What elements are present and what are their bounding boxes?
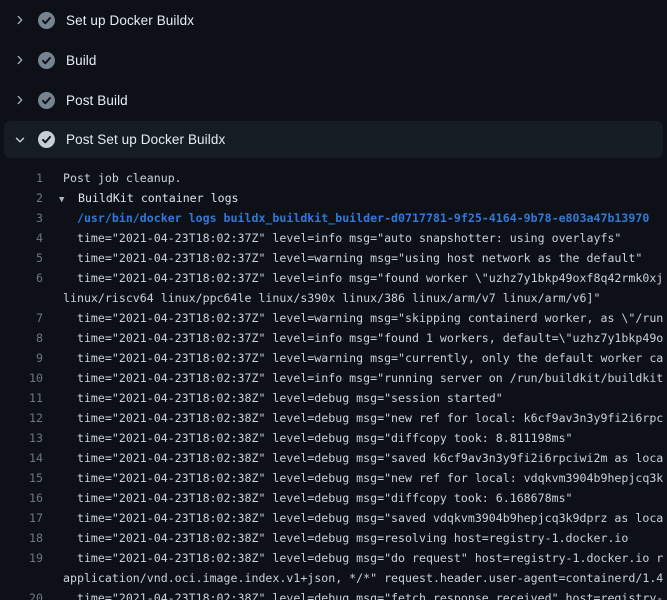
log-text: time="2021-04-23T18:02:38Z" level=debug … xyxy=(43,528,628,548)
log-line: 5 time="2021-04-23T18:02:37Z" level=warn… xyxy=(0,248,667,268)
log-line: 16 time="2021-04-23T18:02:38Z" level=deb… xyxy=(0,488,667,508)
line-number[interactable]: 12 xyxy=(0,408,43,428)
log-text: time="2021-04-23T18:02:38Z" level=debug … xyxy=(43,448,663,468)
log-text: time="2021-04-23T18:02:37Z" level=info m… xyxy=(43,368,663,388)
step-label: Build xyxy=(66,53,97,68)
check-circle-icon xyxy=(38,12,55,29)
line-number[interactable]: 14 xyxy=(0,448,43,468)
line-number[interactable]: 11 xyxy=(0,388,43,408)
log-text: time="2021-04-23T18:02:38Z" level=debug … xyxy=(43,388,503,408)
group-collapse-icon[interactable]: ▼ xyxy=(59,190,78,210)
log-text: time="2021-04-23T18:02:38Z" level=debug … xyxy=(43,428,573,448)
log-line: 9 time="2021-04-23T18:02:37Z" level=warn… xyxy=(0,348,667,368)
line-number[interactable]: 10 xyxy=(0,368,43,388)
log-line: 3 /usr/bin/docker logs buildx_buildkit_b… xyxy=(0,208,667,228)
chevron-right-icon[interactable] xyxy=(13,93,27,107)
log-text: time="2021-04-23T18:02:38Z" level=debug … xyxy=(43,548,663,568)
log-text: time="2021-04-23T18:02:38Z" level=debug … xyxy=(43,508,663,528)
line-number[interactable]: 16 xyxy=(0,488,43,508)
check-circle-icon xyxy=(38,52,55,69)
log-text: Post job cleanup. xyxy=(43,168,182,188)
line-number[interactable]: 17 xyxy=(0,508,43,528)
line-number[interactable]: 5 xyxy=(0,248,43,268)
log-line: 11 time="2021-04-23T18:02:38Z" level=deb… xyxy=(0,388,667,408)
step-label: Post Build xyxy=(66,93,128,108)
line-number[interactable]: 1 xyxy=(0,168,43,188)
chevron-right-icon[interactable] xyxy=(13,53,27,67)
log-text: time="2021-04-23T18:02:38Z" level=debug … xyxy=(43,468,663,488)
log-line: 1Post job cleanup. xyxy=(0,168,667,188)
line-number[interactable]: 18 xyxy=(0,528,43,548)
log-text: time="2021-04-23T18:02:38Z" level=debug … xyxy=(43,488,573,508)
line-number[interactable]: 15 xyxy=(0,468,43,488)
steps-list: Set up Docker Buildx Build Post Build Post … xyxy=(0,0,667,600)
log-output: 1Post job cleanup.2▼BuildKit container l… xyxy=(0,160,667,600)
log-text: time="2021-04-23T18:02:38Z" level=debug … xyxy=(43,588,663,600)
log-line: 20 time="2021-04-23T18:02:38Z" level=deb… xyxy=(0,588,667,600)
log-text: application/vnd.oci.image.index.v1+json,… xyxy=(43,568,663,588)
check-circle-icon xyxy=(38,92,55,109)
line-number[interactable]: 4 xyxy=(0,228,43,248)
line-number[interactable]: 2 xyxy=(0,188,43,208)
line-number[interactable]: 7 xyxy=(0,308,43,328)
log-line: application/vnd.oci.image.index.v1+json,… xyxy=(0,568,667,588)
log-text: time="2021-04-23T18:02:37Z" level=warnin… xyxy=(43,248,642,268)
log-line: 12 time="2021-04-23T18:02:38Z" level=deb… xyxy=(0,408,667,428)
log-text: time="2021-04-23T18:02:37Z" level=info m… xyxy=(43,228,621,248)
log-line: 8 time="2021-04-23T18:02:37Z" level=info… xyxy=(0,328,667,348)
line-number[interactable]: 6 xyxy=(0,268,43,288)
log-text: time="2021-04-23T18:02:38Z" level=debug … xyxy=(43,408,663,428)
step-header-post-set-up-docker-buildx[interactable]: Post Set up Docker Buildx xyxy=(4,121,663,158)
log-text: time="2021-04-23T18:02:37Z" level=info m… xyxy=(43,328,663,348)
step-label: Set up Docker Buildx xyxy=(66,13,194,28)
step-label: Post Set up Docker Buildx xyxy=(66,132,225,147)
log-text[interactable]: ▼BuildKit container logs xyxy=(43,188,239,208)
group-title: BuildKit container logs xyxy=(78,191,239,205)
workflow-job-log-panel: Set up Docker Buildx Build Post Build Post … xyxy=(0,0,667,600)
log-line: 6 time="2021-04-23T18:02:37Z" level=info… xyxy=(0,268,667,288)
log-line: 4 time="2021-04-23T18:02:37Z" level=info… xyxy=(0,228,667,248)
chevron-right-icon[interactable] xyxy=(13,13,27,27)
log-text: time="2021-04-23T18:02:37Z" level=info m… xyxy=(43,268,663,288)
log-text: time="2021-04-23T18:02:37Z" level=warnin… xyxy=(43,308,663,328)
log-line: 18 time="2021-04-23T18:02:38Z" level=deb… xyxy=(0,528,667,548)
step-header-set-up-docker-buildx[interactable]: Set up Docker Buildx xyxy=(0,0,667,40)
log-line: 7 time="2021-04-23T18:02:37Z" level=warn… xyxy=(0,308,667,328)
line-number[interactable]: 13 xyxy=(0,428,43,448)
line-number[interactable]: 8 xyxy=(0,328,43,348)
line-number[interactable]: 3 xyxy=(0,208,43,228)
log-line: 13 time="2021-04-23T18:02:38Z" level=deb… xyxy=(0,428,667,448)
line-number xyxy=(0,568,43,588)
chevron-down-icon[interactable] xyxy=(13,133,27,147)
log-text: /usr/bin/docker logs buildx_buildkit_bui… xyxy=(43,208,649,228)
log-line: linux/riscv64 linux/ppc64le linux/s390x … xyxy=(0,288,667,308)
step-header-build[interactable]: Build xyxy=(0,40,667,80)
log-text: linux/riscv64 linux/ppc64le linux/s390x … xyxy=(43,288,600,308)
log-line: 10 time="2021-04-23T18:02:37Z" level=inf… xyxy=(0,368,667,388)
log-line: 17 time="2021-04-23T18:02:38Z" level=deb… xyxy=(0,508,667,528)
log-line: 15 time="2021-04-23T18:02:38Z" level=deb… xyxy=(0,468,667,488)
line-number xyxy=(0,288,43,308)
line-number[interactable]: 20 xyxy=(0,588,43,600)
check-circle-icon xyxy=(38,131,55,148)
step-header-post-build[interactable]: Post Build xyxy=(0,80,667,120)
log-line: 19 time="2021-04-23T18:02:38Z" level=deb… xyxy=(0,548,667,568)
log-text: time="2021-04-23T18:02:37Z" level=warnin… xyxy=(43,348,663,368)
line-number[interactable]: 19 xyxy=(0,548,43,568)
log-line: 2▼BuildKit container logs xyxy=(0,188,667,208)
line-number[interactable]: 9 xyxy=(0,348,43,368)
log-line: 14 time="2021-04-23T18:02:38Z" level=deb… xyxy=(0,448,667,468)
